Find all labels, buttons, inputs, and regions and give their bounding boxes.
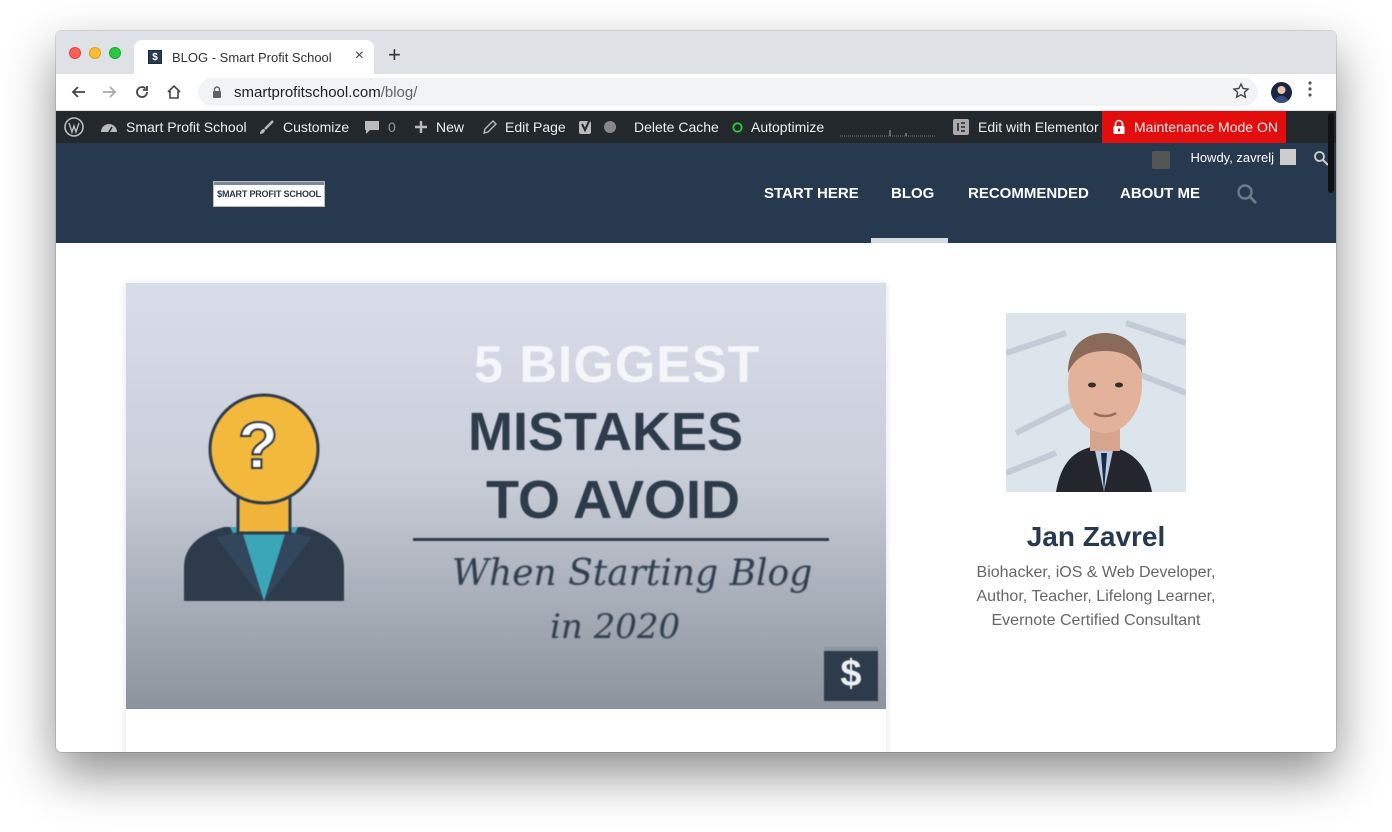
post-card[interactable]: ? 5 BIGGEST MISTAKES TO AVOID When Start… [126,283,886,752]
admin-delete-cache-label: Delete Cache [634,119,719,135]
url-host: smartprofitschool.com [234,83,381,101]
page-scrollbar[interactable] [1328,113,1334,193]
author-bio-line-1: Biohacker, iOS & Web Developer, [976,564,1216,581]
nav-start-here[interactable]: START HERE [764,185,859,202]
admin-howdy-label: Howdy, zavrelj [1190,149,1274,165]
admin-search-icon[interactable] [1313,150,1329,166]
back-button[interactable] [68,82,88,102]
featured-badge: $ [824,647,878,701]
nav-blog[interactable]: BLOG [891,185,934,202]
author-bio-line-3: Evernote Certified Consultant [991,612,1201,629]
author-bio: Biohacker, iOS & Web Developer, Author, … [946,561,1246,633]
kebab-icon [1308,81,1312,97]
wordpress-logo-button[interactable] [64,111,92,143]
featured-script-1: When Starting Blog [452,553,813,594]
featured-script-2: in 2020 [550,607,681,647]
site-favicon-icon: $ [148,50,162,64]
reload-button[interactable] [132,82,152,102]
lock-icon [213,86,221,98]
admin-autoptimize-label: Autoptimize [751,119,825,135]
featured-line-3: TO AVOID [486,470,741,530]
home-button[interactable] [164,82,184,102]
maximize-window-button[interactable] [109,47,121,59]
profile-avatar[interactable] [1271,82,1292,103]
yoast-icon [579,118,591,134]
admin-notification-icon[interactable] [1152,151,1170,169]
admin-edit-elementor-label: Edit with Elementor [978,119,1099,135]
autoptimize-status-icon [732,121,743,133]
author-portrait-icon [1006,313,1186,492]
address-bar[interactable]: smartprofitschool.com/blog/ [198,78,1258,106]
comment-icon [365,121,379,134]
author-photo [1006,313,1186,492]
brush-icon [260,119,274,134]
author-bio-line-2: Author, Teacher, Lifelong Learner, [976,588,1216,605]
featured-divider [413,538,829,541]
forward-button[interactable] [100,82,120,102]
featured-line-2: MISTAKES [468,402,744,462]
reload-icon [136,86,148,98]
admin-new[interactable]: New [414,111,464,143]
nav-recommended[interactable]: RECOMMENDED [968,185,1089,202]
admin-maintenance-label: Maintenance Mode ON [1134,119,1278,135]
site-logo[interactable]: $MART PROFIT SCHOOL [213,181,325,207]
new-tab-button[interactable]: + [388,44,401,66]
admin-comments[interactable]: 0 [364,111,396,143]
browser-toolbar: smartprofitschool.com/blog/ [56,74,1336,111]
author-name: Jan Zavrel [1026,521,1166,552]
star-icon[interactable] [1232,82,1250,100]
padlock-icon [1113,119,1125,134]
admin-site-name[interactable]: Smart Profit School [100,111,247,143]
question-mark-text: ? [237,407,279,483]
minimize-window-button[interactable] [89,47,101,59]
admin-new-label: New [436,119,465,135]
plus-icon [415,121,427,133]
url-path: /blog/ [380,83,418,101]
admin-maintenance-mode[interactable]: Maintenance Mode ON [1102,111,1286,143]
admin-user-avatar-icon [1280,149,1296,165]
tab-strip: $ BLOG - Smart Profit School × + [56,31,1336,74]
admin-delete-cache[interactable]: Delete Cache [634,111,719,143]
browser-window: $ BLOG - Smart Profit School × + smartpr… [56,31,1336,752]
tab-title: BLOG - Smart Profit School [172,49,332,65]
admin-site-name-label: Smart Profit School [126,119,247,135]
page-content: ? 5 BIGGEST MISTAKES TO AVOID When Start… [56,243,1336,752]
admin-edit-elementor[interactable]: Edit with Elementor [952,111,1099,143]
admin-account-menu[interactable]: Howdy, zavrelj [1190,149,1296,165]
pencil-icon [483,119,497,134]
wp-admin-bar: Smart Profit School Customize 0 New Edit… [56,111,1336,143]
featured-line-1: 5 BIGGEST [474,336,761,394]
admin-customize-label: Customize [283,119,350,135]
close-window-button[interactable] [69,47,81,59]
dashboard-icon [101,124,117,133]
arrow-right-icon [103,86,117,98]
profile-avatar-icon [1274,86,1289,103]
url-text: smartprofitschool.com/blog/ [234,84,417,101]
admin-autoptimize[interactable]: Autoptimize [732,111,824,143]
stats-sparkline-icon [840,130,936,137]
tab-close-icon[interactable]: × [355,48,364,64]
browser-menu-button[interactable] [1308,81,1312,101]
site-header: Howdy, zavrelj $MART PROFIT SCHOOL START… [56,143,1336,243]
elementor-icon [953,119,969,135]
admin-customize[interactable]: Customize [258,111,349,143]
admin-edit-page-label: Edit Page [505,119,566,135]
arrow-left-icon [71,86,85,98]
admin-yoast[interactable] [578,111,624,143]
wordpress-icon [64,117,84,137]
search-icon[interactable] [1236,183,1258,205]
home-icon [167,84,181,99]
admin-comments-count: 0 [388,119,396,135]
seo-status-dot-icon [604,121,616,133]
admin-edit-page[interactable]: Edit Page [482,111,566,143]
browser-tab-active[interactable]: $ BLOG - Smart Profit School × [134,40,374,74]
featured-image[interactable]: ? 5 BIGGEST MISTAKES TO AVOID When Start… [126,283,886,709]
nav-about-me[interactable]: ABOUT ME [1120,185,1200,202]
